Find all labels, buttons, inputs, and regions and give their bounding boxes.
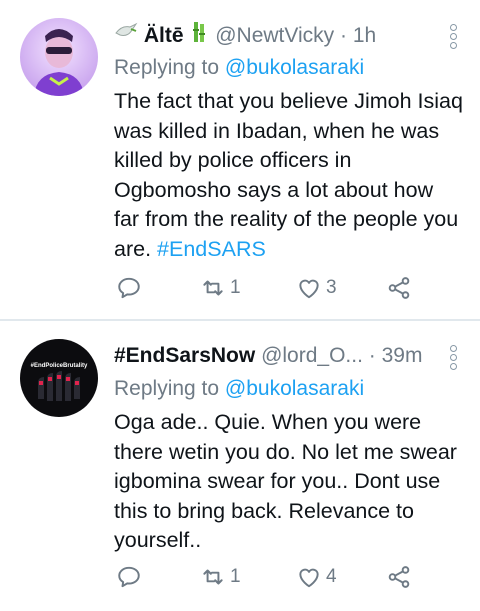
avatar[interactable] bbox=[20, 18, 98, 96]
retweet-icon bbox=[203, 280, 223, 296]
tweet-header: #EndSarsNow @lord_O... · 39m bbox=[114, 341, 444, 371]
tweet-2[interactable]: #EndPoliceBrutality #EndSarsNow @lord_O.… bbox=[0, 321, 480, 611]
tweet-body: The fact that you believe Jimoh Isiaq wa… bbox=[114, 89, 463, 261]
replying-label: Replying to bbox=[114, 377, 220, 400]
avatar-image bbox=[20, 339, 98, 417]
user-handle[interactable]: @NewtVicky bbox=[215, 24, 334, 47]
heart-icon bbox=[299, 279, 319, 299]
reply-button[interactable] bbox=[116, 561, 142, 593]
retweet-button[interactable]: 1 bbox=[200, 272, 241, 304]
replying-to-line: Replying to @bukolasaraki bbox=[114, 375, 364, 403]
user-handle[interactable]: @lord_O... bbox=[261, 344, 363, 367]
tweet-actions: 1 3 bbox=[114, 272, 424, 304]
share-icon bbox=[388, 277, 410, 299]
tweet-text: The fact that you believe Jimoh Isiaq wa… bbox=[114, 87, 464, 264]
tweet-1[interactable]: Ältē @NewtVicky · 1h Replying to @bukola… bbox=[0, 0, 480, 320]
like-count: 4 bbox=[326, 566, 337, 587]
more-options-icon[interactable] bbox=[450, 345, 460, 372]
avatar-caption: #EndPoliceBrutality bbox=[30, 363, 88, 369]
retweet-count: 1 bbox=[230, 566, 241, 587]
tweet-timestamp[interactable]: 39m bbox=[382, 344, 423, 367]
more-options-icon[interactable] bbox=[450, 24, 460, 51]
hashtag-link[interactable]: #EndSARS bbox=[157, 237, 266, 261]
like-button[interactable]: 3 bbox=[296, 272, 337, 304]
replying-to-line: Replying to @bukolasaraki bbox=[114, 54, 364, 82]
retweet-button[interactable]: 1 bbox=[200, 561, 241, 593]
retweet-count: 1 bbox=[230, 277, 241, 298]
tweet-timestamp[interactable]: 1h bbox=[353, 24, 376, 47]
separator-dot: · bbox=[368, 344, 376, 367]
tweet-text: Oga ade.. Quie. When you were there weti… bbox=[114, 408, 464, 556]
like-button[interactable]: 4 bbox=[296, 561, 337, 593]
share-button[interactable] bbox=[386, 561, 412, 593]
reply-icon bbox=[118, 566, 140, 588]
tweet-body: Oga ade.. Quie. When you were there weti… bbox=[114, 410, 457, 552]
display-name[interactable]: #EndSarsNow bbox=[114, 344, 255, 367]
peace-dove-emoji-icon bbox=[114, 21, 138, 52]
avatar-image bbox=[20, 18, 98, 96]
mention-link[interactable]: @bukolasaraki bbox=[225, 377, 364, 400]
share-icon bbox=[388, 566, 410, 588]
tweet-header: Ältē @NewtVicky · 1h bbox=[114, 20, 444, 50]
display-name[interactable]: Ältē bbox=[144, 24, 184, 47]
separator-dot: · bbox=[340, 24, 348, 48]
avatar[interactable]: #EndPoliceBrutality bbox=[20, 339, 98, 417]
reply-button[interactable] bbox=[116, 272, 142, 304]
tweet-actions: 1 4 bbox=[114, 561, 424, 593]
bamboo-emoji-icon bbox=[189, 20, 209, 53]
replying-label: Replying to bbox=[114, 56, 220, 79]
retweet-icon bbox=[203, 569, 223, 585]
share-button[interactable] bbox=[386, 272, 412, 304]
reply-icon bbox=[118, 277, 140, 299]
heart-icon bbox=[299, 568, 319, 588]
like-count: 3 bbox=[326, 277, 337, 298]
mention-link[interactable]: @bukolasaraki bbox=[225, 56, 364, 79]
